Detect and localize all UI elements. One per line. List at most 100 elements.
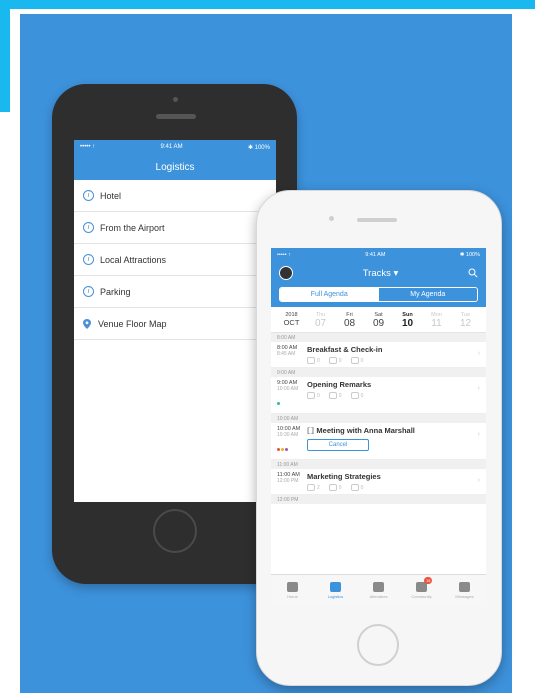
- session-meta: 2 0 0: [307, 484, 480, 491]
- session-row[interactable]: 9:00 AM 10:00 AM Opening Remarks 0 0 0 ›: [271, 377, 486, 414]
- logistics-item-attractions[interactable]: i Local Attractions: [74, 244, 264, 276]
- session-end: 10:00 AM: [277, 386, 299, 392]
- date-value: 12: [459, 318, 472, 329]
- tracks-dropdown[interactable]: Tracks ▾: [363, 268, 399, 279]
- session-meta: 0 0 0: [307, 357, 480, 364]
- tab-logistics[interactable]: Logistics: [314, 575, 357, 606]
- session-row[interactable]: 11:00 AM 12:00 PM Marketing Strategies 2…: [271, 469, 486, 495]
- logistics-icon: [330, 582, 341, 592]
- tab-label: Messages: [455, 594, 474, 599]
- logistics-item-hotel[interactable]: i Hotel: [74, 180, 264, 212]
- session-body: Opening Remarks 0 0 0: [307, 380, 480, 410]
- date-day[interactable]: Tue 12: [451, 312, 480, 329]
- logistics-item-label: Parking: [100, 286, 131, 297]
- logistics-item-label: Venue Floor Map: [98, 318, 167, 329]
- battery-text: ✱ 100%: [247, 144, 270, 151]
- logistics-nav-bar: Logistics: [74, 154, 276, 180]
- session-body: Breakfast & Check-in 0 0 0: [307, 345, 480, 364]
- frame-top-border: [0, 0, 535, 9]
- like-icon: [350, 484, 359, 491]
- track-dot: [281, 448, 284, 451]
- tab-community[interactable]: 15 Community: [400, 575, 443, 606]
- messages-icon: [459, 582, 470, 592]
- meeting-icon: ⟦⟧: [307, 426, 315, 435]
- count-value: 0: [317, 357, 320, 364]
- session-title: ⟦⟧ Meeting with Anna Marshall: [307, 426, 480, 435]
- logistics-item-label: Hotel: [100, 190, 122, 201]
- home-button[interactable]: [153, 509, 197, 553]
- session-body: ⟦⟧ Meeting with Anna Marshall Cancel: [307, 426, 480, 456]
- logistics-screen: ••••• ↑ 9:41 AM ✱ 100% Logistics i Hotel…: [74, 140, 276, 502]
- signal-text: ••••• ↑: [80, 144, 96, 150]
- tab-messages[interactable]: Messages: [443, 575, 486, 606]
- front-camera: [329, 216, 334, 221]
- status-time: 9:41 AM: [365, 251, 386, 258]
- agenda-nav-bar: Tracks ▾: [271, 261, 486, 285]
- notification-badge: 15: [424, 577, 433, 584]
- tab-label: Home: [287, 594, 298, 599]
- date-day[interactable]: Sat 09: [364, 312, 393, 329]
- count-value: 0: [338, 357, 342, 364]
- comment-count: 0: [328, 484, 342, 491]
- track-dot: [277, 448, 280, 451]
- chevron-right-icon: ›: [477, 385, 480, 392]
- count-value: 0: [317, 392, 320, 399]
- date-value: 10: [401, 318, 414, 329]
- date-day[interactable]: Thu 07: [306, 312, 335, 329]
- logistics-item-label: From the Airport: [100, 222, 165, 233]
- date-value: 09: [372, 318, 385, 329]
- date-month: 2018 OCT: [277, 312, 306, 329]
- info-icon: i: [83, 286, 94, 297]
- session-row[interactable]: 10:00 AM 10:30 AM ⟦⟧ Meeting with Anna M…: [271, 423, 486, 460]
- info-icon: i: [83, 254, 94, 265]
- bottom-tab-bar: Home Logistics Attendees 15 Community Me…: [271, 574, 486, 606]
- info-icon: i: [83, 190, 94, 201]
- people-icon: [307, 484, 315, 491]
- like-icon: [350, 392, 359, 399]
- logistics-item-airport[interactable]: i From the Airport: [74, 212, 264, 244]
- chevron-right-icon: ›: [477, 431, 480, 438]
- attendee-count: 2: [307, 484, 320, 491]
- comment-count: 0: [328, 392, 342, 399]
- logistics-item-label: Local Attractions: [100, 254, 167, 265]
- time-section-header: 8:00 AM: [271, 333, 486, 342]
- signal-text: ••••• ↑: [277, 251, 291, 258]
- count-value: 0: [360, 392, 364, 399]
- like-count: 0: [350, 484, 363, 491]
- tab-label: Logistics: [327, 594, 344, 599]
- tab-full-agenda[interactable]: Full Agenda: [280, 288, 379, 301]
- tab-my-agenda[interactable]: My Agenda: [378, 288, 477, 301]
- tab-home[interactable]: Home: [271, 575, 314, 606]
- agenda-segmented-control: Full Agenda My Agenda: [279, 287, 478, 302]
- session-meta: 0 0 0: [307, 392, 480, 399]
- track-dot: [277, 402, 280, 405]
- session-title: Opening Remarks: [307, 380, 372, 389]
- like-icon: [350, 357, 359, 364]
- date-day-selected[interactable]: Sun 10: [393, 312, 422, 329]
- people-icon: [307, 392, 315, 399]
- comment-icon: [328, 392, 337, 399]
- session-times: 9:00 AM 10:00 AM: [277, 380, 307, 410]
- session-end: 10:30 AM: [277, 432, 299, 438]
- track-dot: [285, 448, 288, 451]
- session-title-text: Meeting with Anna Marshall: [316, 426, 415, 435]
- count-value: 0: [338, 484, 342, 491]
- like-count: 0: [350, 392, 364, 399]
- logistics-item-parking[interactable]: i Parking: [74, 276, 264, 308]
- count-value: 2: [317, 484, 320, 491]
- avatar[interactable]: [279, 266, 293, 280]
- cancel-button[interactable]: Cancel: [307, 439, 369, 451]
- battery-text: ✱ 100%: [459, 251, 480, 258]
- comment-count: 0: [328, 357, 342, 364]
- earpiece-speaker: [156, 114, 196, 119]
- date-day[interactable]: Mon 11: [422, 312, 451, 329]
- logistics-item-floor-map[interactable]: Venue Floor Map: [74, 308, 264, 340]
- date-value: OCT: [283, 318, 300, 327]
- date-day[interactable]: Fri 08: [335, 312, 364, 329]
- front-camera: [173, 97, 178, 102]
- search-icon[interactable]: [468, 268, 478, 278]
- tab-attendees[interactable]: Attendees: [357, 575, 400, 606]
- home-button[interactable]: [357, 624, 399, 666]
- session-row[interactable]: 8:00 AM 8:45 AM Breakfast & Check-in 0 0…: [271, 342, 486, 368]
- page-title: Logistics: [155, 161, 195, 173]
